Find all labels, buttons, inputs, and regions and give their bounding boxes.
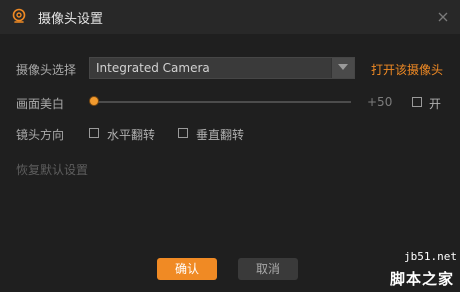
- vertical-flip-label[interactable]: 垂直翻转: [196, 126, 244, 143]
- camera-select-value: Integrated Camera: [96, 61, 210, 75]
- horizontal-flip-checkbox[interactable]: [89, 128, 99, 138]
- watermark-site: jb51.net: [404, 250, 457, 263]
- horizontal-flip-label[interactable]: 水平翻转: [107, 126, 155, 143]
- camera-settings-dialog: 摄像头设置 摄像头选择 Integrated Camera 打开该摄像头 画面美…: [0, 0, 460, 292]
- title-bar: 摄像头设置: [0, 0, 460, 34]
- beauty-toggle-checkbox[interactable]: [412, 97, 422, 107]
- beauty-slider-track[interactable]: [95, 101, 351, 103]
- reset-defaults-link[interactable]: 恢复默认设置: [16, 161, 88, 178]
- confirm-button[interactable]: 确认: [157, 258, 217, 280]
- close-icon[interactable]: [437, 11, 449, 23]
- dialog-title: 摄像头设置: [38, 12, 104, 27]
- beauty-value: +50: [367, 95, 393, 109]
- camera-select[interactable]: Integrated Camera: [89, 57, 355, 79]
- open-camera-link[interactable]: 打开该摄像头: [371, 61, 443, 78]
- camera-select-label: 摄像头选择: [16, 63, 77, 77]
- vertical-flip-checkbox[interactable]: [178, 128, 188, 138]
- orientation-label: 镜头方向: [16, 128, 65, 142]
- cancel-button[interactable]: 取消: [238, 258, 298, 280]
- beauty-label: 画面美白: [16, 97, 65, 111]
- chevron-down-icon[interactable]: [331, 58, 354, 78]
- beauty-toggle-label[interactable]: 开: [429, 95, 441, 112]
- beauty-slider-handle[interactable]: [89, 96, 99, 106]
- watermark-text: 脚本之家: [390, 270, 455, 288]
- webcam-icon: [11, 8, 27, 24]
